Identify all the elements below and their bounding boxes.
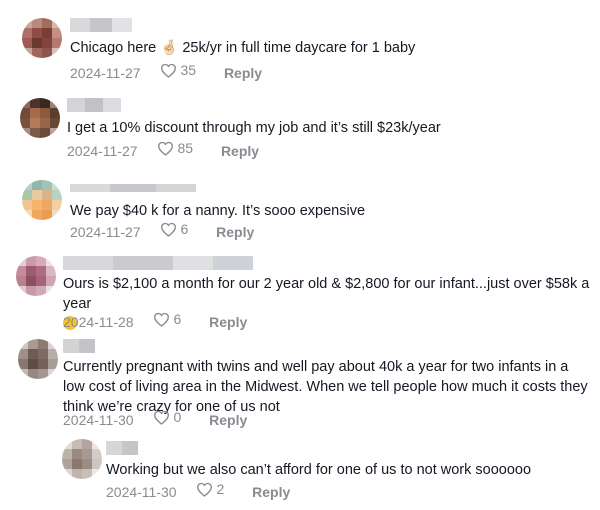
reply-button[interactable]: Reply xyxy=(209,314,247,330)
comment-item: Chicago here 🤞🏻 25k/yr in full time dayc… xyxy=(0,0,600,90)
comment-text: Chicago here 🤞🏻 25k/yr in full time dayc… xyxy=(70,40,416,56)
avatar[interactable] xyxy=(62,439,102,479)
heart-outline-icon xyxy=(161,63,177,78)
like-button[interactable]: 2 xyxy=(196,481,224,497)
avatar[interactable] xyxy=(16,256,56,296)
comment-date: 2024-11-30 xyxy=(63,411,134,428)
avatar[interactable] xyxy=(22,180,62,220)
avatar[interactable] xyxy=(18,339,58,379)
comment-meta: 2024-11-27 85 Reply xyxy=(67,140,259,159)
comment-text: I get a 10% discount through my job and … xyxy=(67,120,441,136)
username-redacted[interactable] xyxy=(67,98,121,112)
comment-item: I get a 10% discount through my job and … xyxy=(0,90,600,170)
like-button[interactable]: 6 xyxy=(160,221,188,237)
like-count: 85 xyxy=(177,140,194,156)
reply-button[interactable]: Reply xyxy=(209,412,247,428)
reply-button[interactable]: Reply xyxy=(252,484,290,500)
comment-item: We pay $40 k for a nanny. It’s sooo expe… xyxy=(0,170,600,250)
comment-item: Ours is $2,100 a month for our 2 year ol… xyxy=(0,250,600,335)
comment-date: 2024-11-30 xyxy=(106,483,177,500)
heart-outline-icon xyxy=(158,141,174,156)
reply-button[interactable]: Reply xyxy=(224,65,262,81)
avatar[interactable] xyxy=(20,98,60,138)
comment-date: 2024-11-28 xyxy=(63,313,134,330)
like-count: 6 xyxy=(173,311,182,327)
comment-meta: 2024-11-28 6 Reply xyxy=(63,311,247,330)
comment-text: Currently pregnant with twins and well p… xyxy=(63,359,588,415)
comment-date: 2024-11-27 xyxy=(70,64,141,81)
username-redacted[interactable] xyxy=(106,441,138,455)
heart-outline-icon xyxy=(154,312,170,327)
comment-meta: 2024-11-27 35 Reply xyxy=(70,62,262,81)
heart-outline-icon xyxy=(197,482,213,497)
comment-meta: 2024-11-30 2 Reply xyxy=(106,481,290,500)
comment-date: 2024-11-27 xyxy=(70,223,141,240)
like-count: 6 xyxy=(180,221,189,237)
like-button[interactable]: 85 xyxy=(157,140,193,156)
like-button[interactable]: 35 xyxy=(160,62,196,78)
avatar[interactable] xyxy=(22,18,62,58)
like-count: 0 xyxy=(173,409,182,425)
heart-outline-icon xyxy=(161,222,177,237)
comment-meta: 2024-11-27 6 Reply xyxy=(70,221,254,240)
comment-item: Working but we also can’t afford for one… xyxy=(0,435,600,510)
comment-item: Currently pregnant with twins and well p… xyxy=(0,335,600,435)
heart-outline-icon xyxy=(154,410,170,425)
reply-button[interactable]: Reply xyxy=(216,224,254,240)
comment-text: We pay $40 k for a nanny. It’s sooo expe… xyxy=(70,203,366,219)
comment-meta: 2024-11-30 0 Reply xyxy=(63,409,247,428)
like-button[interactable]: 0 xyxy=(153,409,181,425)
comment-text-body: Ours is $2,100 a month for our 2 year ol… xyxy=(63,276,590,312)
reply-button[interactable]: Reply xyxy=(221,143,259,159)
username-redacted[interactable] xyxy=(70,184,196,192)
comment-date: 2024-11-27 xyxy=(67,142,138,159)
comment-text: Working but we also can’t afford for one… xyxy=(106,462,532,478)
username-redacted[interactable] xyxy=(70,18,132,32)
username-redacted[interactable] xyxy=(63,339,95,353)
like-count: 35 xyxy=(180,62,197,78)
like-count: 2 xyxy=(216,481,225,497)
like-button[interactable]: 6 xyxy=(153,311,181,327)
username-redacted[interactable] xyxy=(63,256,253,270)
